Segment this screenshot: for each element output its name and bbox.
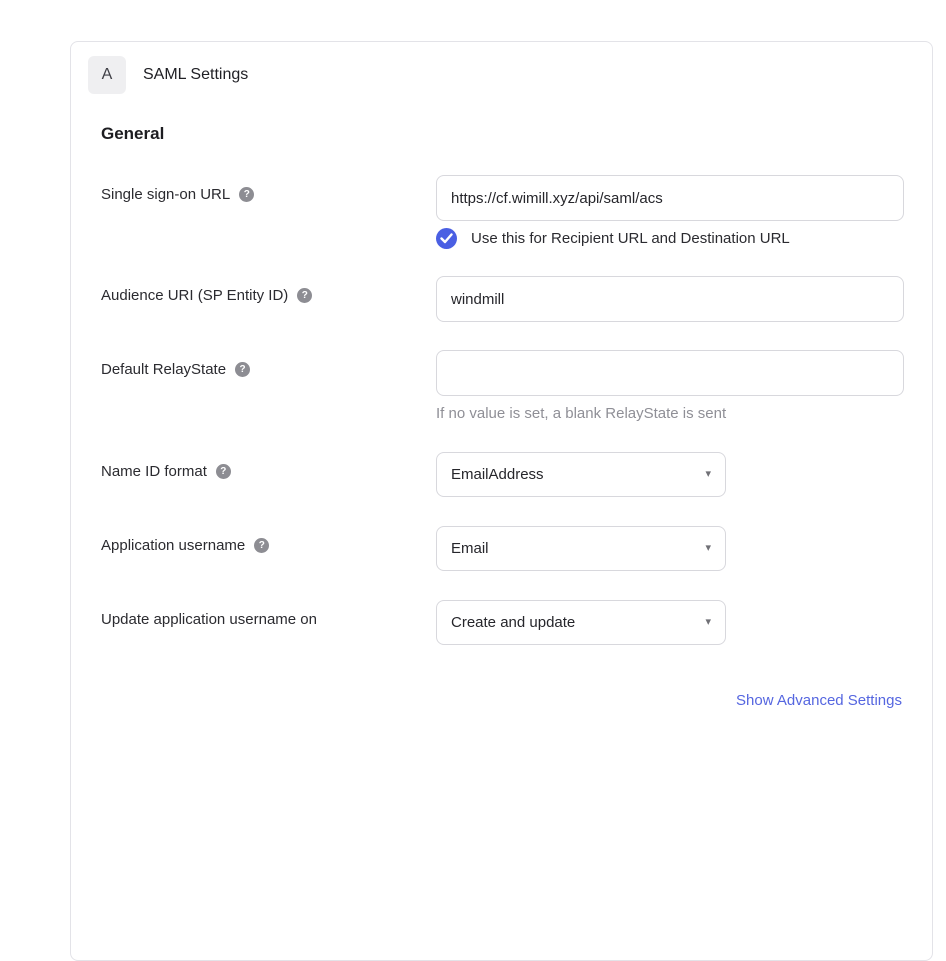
relay-state-label-col: Default RelayState ? — [101, 350, 436, 378]
saml-settings-card: A SAML Settings General Single sign-on U… — [70, 41, 933, 961]
name-id-format-label-col: Name ID format ? — [101, 452, 436, 480]
update-username-on-label-col: Update application username on — [101, 600, 436, 628]
audience-uri-input[interactable] — [436, 276, 904, 322]
update-username-on-select[interactable]: Create and update ▾ — [436, 600, 726, 645]
app-username-select[interactable]: Email ▾ — [436, 526, 726, 571]
audience-uri-control — [436, 276, 904, 322]
app-username-control: Email ▾ — [436, 526, 902, 571]
relay-state-label: Default RelayState — [101, 361, 226, 378]
update-username-on-label: Update application username on — [101, 611, 317, 628]
field-row-app-username: Application username ? Email ▾ — [101, 526, 902, 571]
audience-uri-label: Audience URI (SP Entity ID) — [101, 287, 288, 304]
check-icon — [440, 233, 453, 244]
advanced-settings-link-row: Show Advanced Settings — [101, 692, 902, 710]
name-id-format-label: Name ID format — [101, 463, 207, 480]
help-icon[interactable]: ? — [216, 464, 231, 479]
help-icon[interactable]: ? — [235, 362, 250, 377]
name-id-format-select[interactable]: EmailAddress ▾ — [436, 452, 726, 497]
show-advanced-settings-link[interactable]: Show Advanced Settings — [736, 692, 902, 709]
chevron-down-icon: ▾ — [705, 469, 711, 480]
name-id-format-value: EmailAddress — [451, 466, 544, 483]
general-section-heading: General — [101, 124, 932, 144]
chevron-down-icon: ▾ — [705, 617, 711, 628]
card-title: SAML Settings — [143, 66, 248, 84]
chevron-down-icon: ▾ — [705, 543, 711, 554]
update-username-on-value: Create and update — [451, 614, 575, 631]
update-username-on-control: Create and update ▾ — [436, 600, 902, 645]
name-id-format-control: EmailAddress ▾ — [436, 452, 902, 497]
help-icon[interactable]: ? — [297, 288, 312, 303]
audience-uri-label-col: Audience URI (SP Entity ID) ? — [101, 276, 436, 304]
app-username-label-col: Application username ? — [101, 526, 436, 554]
recipient-url-checkbox-label: Use this for Recipient URL and Destinati… — [471, 230, 790, 247]
sso-url-label: Single sign-on URL — [101, 186, 230, 203]
help-icon[interactable]: ? — [239, 187, 254, 202]
app-badge: A — [88, 56, 126, 94]
card-header: A SAML Settings — [88, 56, 932, 94]
field-row-name-id-format: Name ID format ? EmailAddress ▾ — [101, 452, 902, 497]
relay-state-hint: If no value is set, a blank RelayState i… — [436, 405, 904, 422]
app-username-label: Application username — [101, 537, 245, 554]
field-row-relay-state: Default RelayState ? If no value is set,… — [101, 350, 902, 422]
saml-form: Single sign-on URL ? Use this for Recipi… — [101, 175, 902, 710]
relay-state-input[interactable] — [436, 350, 904, 396]
field-row-update-username-on: Update application username on Create an… — [101, 600, 902, 645]
sso-url-label-col: Single sign-on URL ? — [101, 175, 436, 203]
sso-url-input[interactable] — [436, 175, 904, 221]
recipient-url-checkbox[interactable] — [436, 228, 457, 249]
help-icon[interactable]: ? — [254, 538, 269, 553]
sso-url-control: Use this for Recipient URL and Destinati… — [436, 175, 904, 249]
relay-state-control: If no value is set, a blank RelayState i… — [436, 350, 904, 422]
recipient-url-checkbox-row: Use this for Recipient URL and Destinati… — [436, 228, 904, 249]
field-row-sso-url: Single sign-on URL ? Use this for Recipi… — [101, 175, 902, 249]
app-username-value: Email — [451, 540, 489, 557]
field-row-audience-uri: Audience URI (SP Entity ID) ? — [101, 276, 902, 322]
